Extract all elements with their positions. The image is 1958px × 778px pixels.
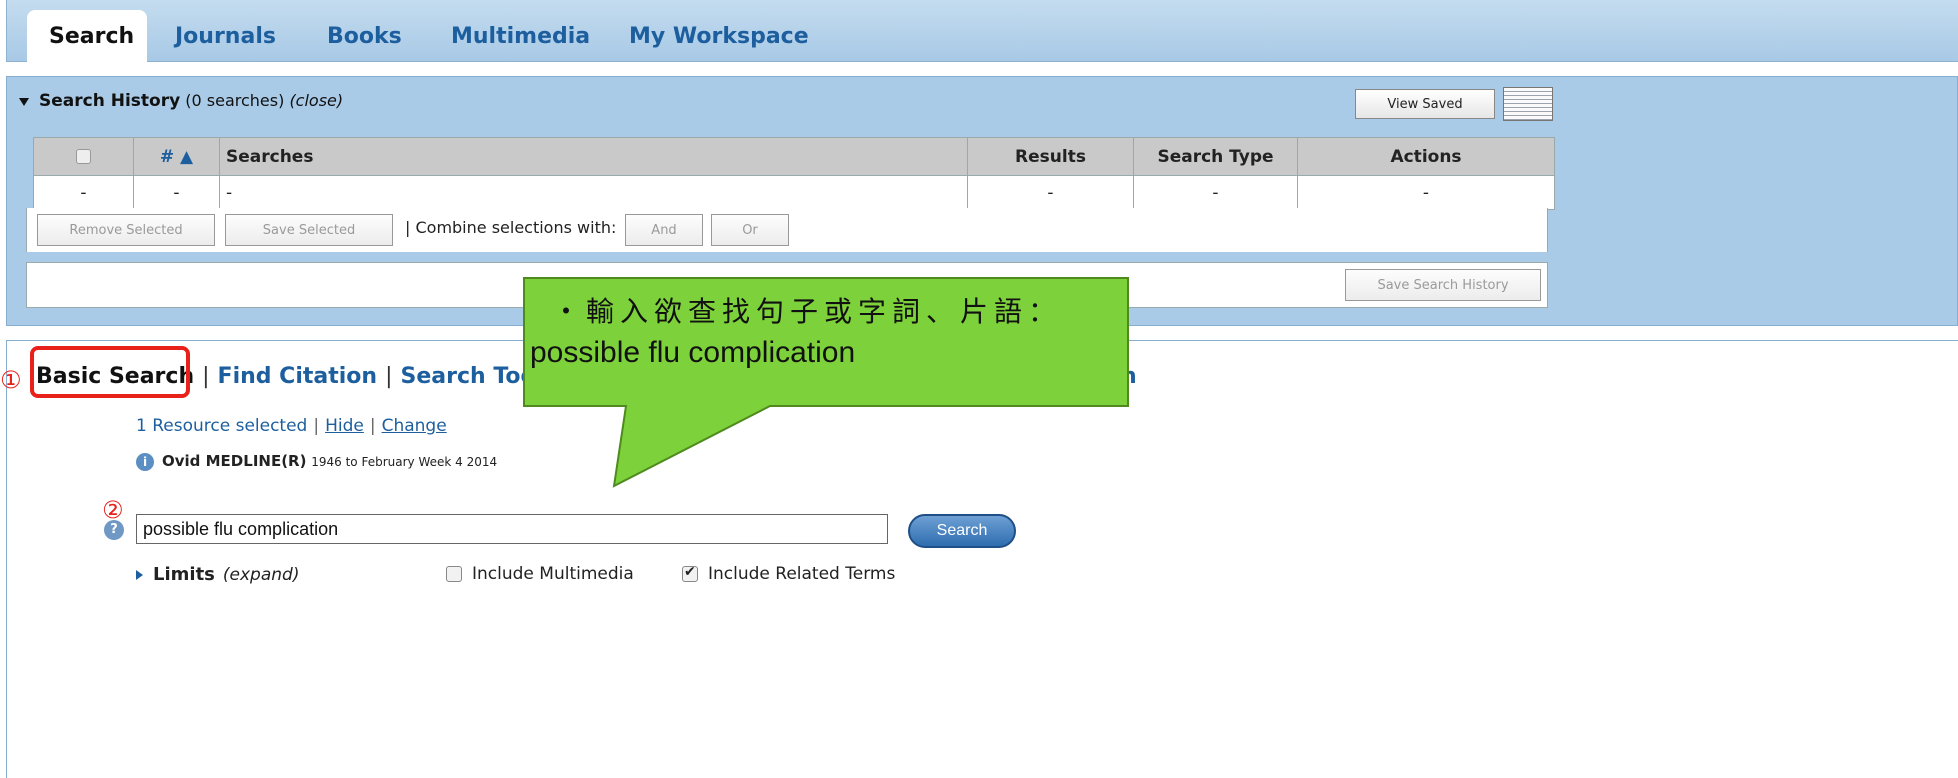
collapse-caret-icon[interactable] — [19, 97, 29, 106]
tab-my-workspace[interactable]: My Workspace — [629, 24, 809, 49]
nav-separator: | — [385, 364, 393, 389]
include-multimedia-label: Include Multimedia — [472, 564, 634, 584]
resource-selected-text: 1 Resource selected — [136, 416, 308, 436]
find-citation-link[interactable]: Find Citation — [218, 364, 378, 389]
search-button[interactable]: Search — [908, 514, 1016, 548]
info-icon[interactable]: i — [136, 452, 154, 471]
column-results: Results — [967, 137, 1134, 176]
callout-text-line1: ・輸入欲查找句子或字詞、片語： — [552, 295, 1063, 328]
database-range: 1946 to February Week 4 2014 — [311, 455, 498, 469]
sort-asc-icon: ▲ — [180, 146, 194, 167]
save-search-history-button[interactable]: Save Search History — [1345, 269, 1541, 301]
limits-toggle[interactable]: Limits (expand) — [136, 564, 299, 585]
include-multimedia-checkbox[interactable] — [446, 566, 462, 582]
remove-selected-button[interactable]: Remove Selected — [37, 214, 215, 246]
include-related-option[interactable]: Include Related Terms — [682, 564, 895, 584]
obscured-nav-link[interactable]: ch — [1108, 364, 1137, 389]
search-count: (0 searches) — [185, 91, 285, 110]
table-cell: - — [967, 175, 1134, 210]
hide-link[interactable]: Hide — [325, 416, 364, 436]
search-history-title: Search History — [39, 91, 181, 111]
table-cell: - — [1133, 175, 1298, 210]
close-link[interactable]: (close) — [289, 91, 343, 110]
separator: | — [313, 416, 320, 436]
include-related-label: Include Related Terms — [708, 564, 896, 584]
change-link[interactable]: Change — [382, 416, 447, 436]
help-icon[interactable]: ? — [104, 520, 124, 540]
search-input[interactable] — [136, 514, 888, 544]
expand-triangle-icon — [136, 570, 143, 580]
table-cell: - — [219, 175, 968, 210]
select-all-header[interactable] — [33, 137, 134, 176]
search-history-table: # ▲ Searches Results Search Type Actions… — [33, 137, 1555, 210]
column-actions: Actions — [1297, 137, 1555, 176]
search-panel — [6, 340, 1958, 778]
search-history-header[interactable]: Search History (0 searches) (close) — [19, 91, 343, 111]
separator: | — [369, 416, 376, 436]
limits-label: Limits — [153, 564, 215, 585]
column-search-type: Search Type — [1133, 137, 1298, 176]
combine-or-button[interactable]: Or — [711, 214, 789, 246]
view-saved-button[interactable]: View Saved — [1355, 89, 1495, 119]
basic-search-highlight — [30, 346, 190, 398]
table-row: - - - - - - — [33, 175, 1555, 210]
tab-books[interactable]: Books — [327, 24, 402, 49]
limits-expand[interactable]: (expand) — [223, 565, 300, 585]
table-view-icon[interactable] — [1503, 87, 1553, 121]
tab-multimedia[interactable]: Multimedia — [451, 24, 590, 49]
database-name: Ovid MEDLINE(R) — [162, 452, 307, 470]
column-searches: Searches — [219, 137, 968, 176]
resource-line: 1 Resource selected | Hide | Change — [136, 416, 447, 436]
include-multimedia-option[interactable]: Include Multimedia — [446, 564, 634, 584]
step-marker-one: ① — [0, 366, 22, 394]
history-actions-row: Remove Selected Save Selected | Combine … — [26, 208, 1548, 252]
table-cell: - — [33, 175, 134, 210]
table-cell: - — [133, 175, 220, 210]
combine-and-button[interactable]: And — [625, 214, 703, 246]
tab-search[interactable]: Search — [27, 10, 147, 62]
combine-label: | Combine selections with: — [405, 218, 617, 237]
callout-text-line2: possible flu complication — [530, 336, 856, 369]
top-nav: Search Journals Books Multimedia My Work… — [6, 0, 1958, 62]
select-all-checkbox[interactable] — [76, 149, 91, 164]
save-selected-button[interactable]: Save Selected — [225, 214, 393, 246]
include-related-checkbox[interactable] — [682, 564, 698, 582]
nav-separator: | — [202, 364, 210, 389]
tab-journals[interactable]: Journals — [175, 24, 276, 49]
table-cell: - — [1297, 175, 1555, 210]
column-number[interactable]: # ▲ — [133, 137, 220, 176]
database-line: i Ovid MEDLINE(R) 1946 to February Week 4… — [136, 452, 497, 471]
